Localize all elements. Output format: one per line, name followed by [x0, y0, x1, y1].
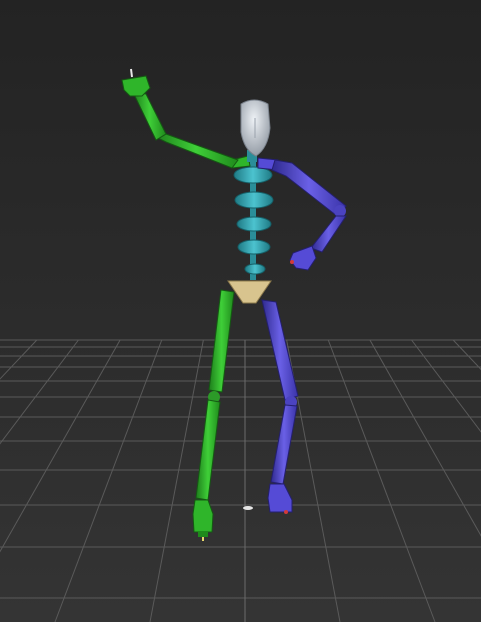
spine-segment-2[interactable]: [234, 191, 274, 209]
scene-canvas[interactable]: [0, 0, 481, 622]
right-elbow[interactable]: [334, 205, 346, 217]
viewport-background: [0, 0, 481, 622]
spine-segment-3[interactable]: [236, 216, 272, 232]
spine-segment-5[interactable]: [244, 263, 266, 275]
right-toe-marker: [284, 510, 288, 514]
left-toe[interactable]: [198, 531, 208, 537]
left-foot[interactable]: [192, 499, 214, 533]
3d-viewport[interactable]: [0, 0, 481, 622]
spine-segment-4[interactable]: [237, 239, 271, 255]
right-finger-marker: [290, 260, 294, 264]
spine-segment-1[interactable]: [233, 166, 273, 184]
ground-marker: [243, 506, 253, 510]
left-finger-tip: [130, 68, 133, 78]
